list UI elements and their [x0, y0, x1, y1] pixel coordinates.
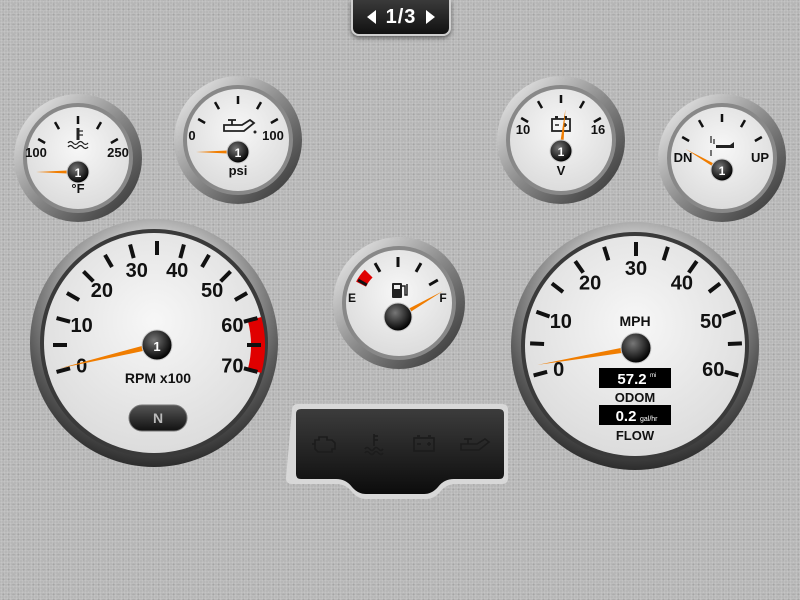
oil-pressure-gauge: 0 100 psi 1 — [174, 76, 302, 204]
tachometer-label-70: 70 — [221, 355, 243, 377]
tachometer-label-20: 20 — [91, 280, 113, 302]
trim-gauge: DN UP 1 — [658, 94, 786, 222]
speedometer-label-50: 50 — [700, 311, 722, 333]
speedometer-label-40: 40 — [671, 273, 693, 295]
speedometer-label-60: 60 — [702, 359, 724, 381]
fuel-flow-value: 0.2 — [616, 408, 637, 425]
fuel-flow-label: FLOW — [616, 428, 655, 443]
fuel-pump-icon — [392, 283, 408, 298]
tachometer-label-0: 0 — [76, 355, 87, 377]
fuel-full-label: F — [439, 291, 446, 305]
tachometer-label-40: 40 — [166, 260, 188, 282]
tachometer-label-60: 60 — [221, 315, 243, 337]
speedometer-gauge: 0102030405060 MPH 57.2 mi ODOM 0.2 gal/h… — [511, 222, 759, 470]
speedometer-label-10: 10 — [550, 311, 572, 333]
speedometer-label-20: 20 — [579, 273, 601, 295]
oil-pressure-hub-label: 1 — [235, 146, 242, 160]
trim-down-label: DN — [674, 150, 693, 165]
dashboard: 100 250 °F 1 0 100 psi 1 10 16 V 1 DN UP… — [14, 76, 786, 499]
trim-up-label: UP — [751, 150, 769, 165]
voltage-hub-label: 1 — [558, 145, 565, 159]
temperature-gauge: 100 250 °F 1 — [14, 94, 142, 222]
odometer-unit: mi — [650, 373, 656, 379]
tachometer-hub-label: 1 — [153, 339, 160, 354]
gauge-tick — [727, 341, 742, 346]
gauge-tick — [530, 341, 545, 346]
tachometer-gauge: 0 10 20 30 40 50 60 70 RPM x100 1 N — [30, 219, 278, 467]
trim-hub-label: 1 — [719, 164, 726, 178]
fuel-gauge: E F — [333, 237, 465, 369]
oil-pressure-max-label: 100 — [262, 128, 284, 143]
fuel-flow-unit: gal/hr — [640, 416, 658, 423]
oil-pressure-min-label: 0 — [188, 128, 195, 143]
temperature-max-label: 250 — [107, 145, 129, 160]
speedometer-unit-label: MPH — [619, 313, 650, 329]
gear-label: N — [153, 410, 163, 426]
odometer-value: 57.2 — [617, 371, 646, 388]
fuel-empty-label: E — [348, 291, 356, 305]
temperature-hub-label: 1 — [75, 166, 82, 180]
odometer-label: ODOM — [615, 390, 655, 405]
oil-pressure-unit-label: psi — [229, 163, 248, 178]
voltage-min-label: 10 — [516, 122, 530, 137]
tachometer-label-30: 30 — [126, 260, 148, 282]
speedometer-label-30: 30 — [625, 258, 647, 280]
voltage-gauge: 10 16 V 1 — [497, 76, 625, 204]
voltage-max-label: 16 — [591, 122, 605, 137]
temperature-min-label: 100 — [25, 145, 47, 160]
gear-indicator: N — [128, 404, 188, 432]
voltage-unit-label: V — [557, 163, 566, 178]
warning-light-panel — [286, 404, 508, 499]
tachometer-unit-label: RPM x100 — [125, 370, 191, 386]
tachometer-label-50: 50 — [201, 280, 223, 302]
tachometer-label-10: 10 — [71, 315, 93, 337]
